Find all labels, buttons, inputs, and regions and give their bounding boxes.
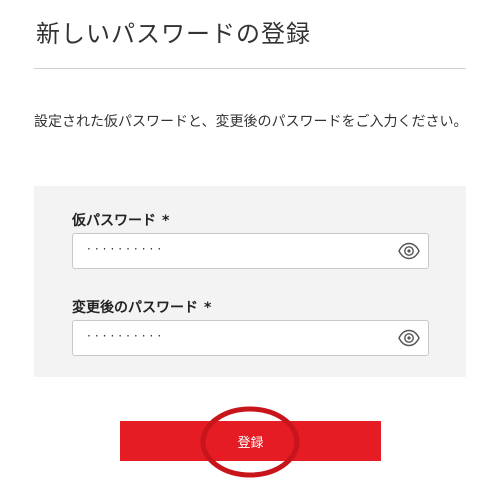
register-button[interactable]: 登録 [120,421,381,461]
eye-icon[interactable] [398,329,420,347]
password-form: 仮パスワード * ·········· 変更後のパスワード * ·········· [34,186,466,377]
password-registration-page: 新しいパスワードの登録 設定された仮パスワードと、変更後のパスワードをご入力くだ… [0,0,500,494]
eye-icon[interactable] [398,242,420,260]
new-password-label-text: 変更後のパスワード [72,300,198,316]
new-password-label: 変更後のパスワード * [72,297,211,317]
temp-password-label-text: 仮パスワード [72,213,156,229]
page-description: 設定された仮パスワードと、変更後のパスワードをご入力ください。 [34,114,468,130]
temp-password-value: ·········· [87,242,166,256]
new-password-field[interactable]: ·········· [72,320,429,356]
temp-password-field[interactable]: ·········· [72,233,429,269]
title-divider [34,68,466,69]
new-password-value: ·········· [87,329,166,343]
required-mark: * [162,213,170,229]
required-mark: * [204,300,212,316]
page-title: 新しいパスワードの登録 [36,20,311,48]
temp-password-label: 仮パスワード * [72,210,169,230]
